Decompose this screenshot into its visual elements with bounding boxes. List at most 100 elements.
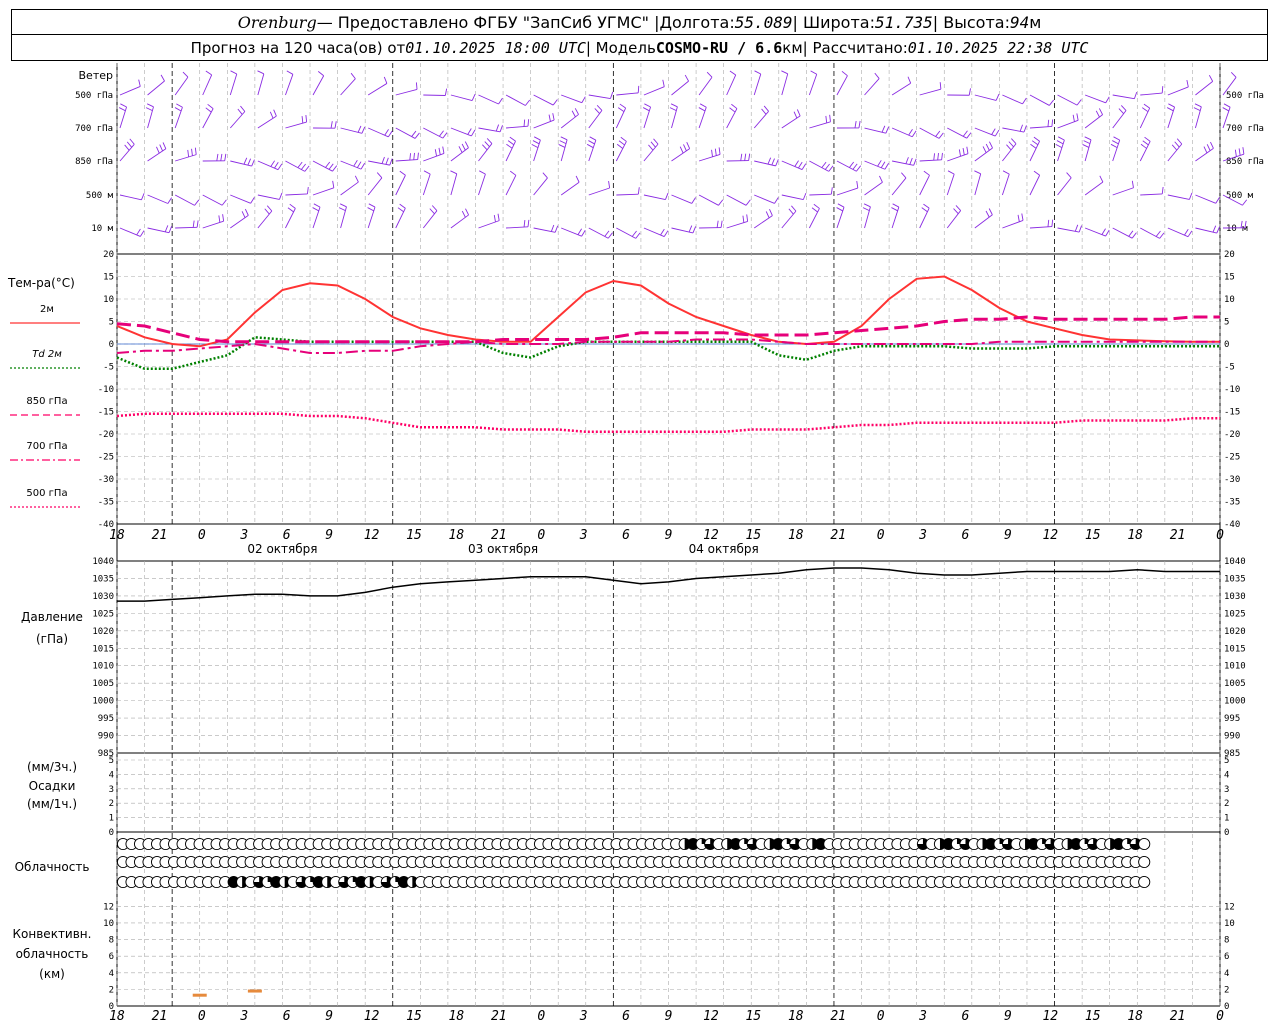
wind-barb-feather [560, 136, 568, 141]
wind-barb-shaft [974, 214, 993, 229]
wind-barb-feather [692, 226, 697, 234]
wind-barb-feather [207, 103, 214, 109]
wind-barb-feather [332, 165, 338, 172]
pressure-tick-right: 1005 [1224, 679, 1246, 689]
wind-barb [864, 160, 889, 170]
wind-barb-feather [417, 152, 419, 160]
wind-barb [119, 193, 145, 201]
wind-barb [919, 203, 930, 229]
wind-barb-shaft [1140, 92, 1163, 96]
wind-barb-feather [711, 149, 713, 157]
wind-barb-feather [974, 170, 981, 175]
wind-barb-shaft [202, 108, 214, 129]
wind-barb [615, 103, 627, 129]
hour-label-bottom: 18 [109, 1009, 125, 1024]
wind-level-left: 500 гПа [75, 91, 113, 101]
wind-barb [202, 194, 227, 206]
wind-barb-feather [399, 203, 406, 209]
wind-barb-shaft [1002, 143, 1017, 162]
wind-barb [643, 227, 669, 237]
wind-barb-feather [1176, 138, 1183, 145]
wind-barb-shaft [395, 159, 418, 162]
wind-barb-shaft [119, 194, 142, 201]
wind-barb-feather [781, 70, 788, 75]
cloud-cover-circle [1138, 855, 1151, 869]
temp-tick-right: 15 [1224, 273, 1235, 283]
wind-barb [202, 214, 225, 229]
wind-barb [753, 70, 762, 96]
wind-barb-feather [1010, 138, 1017, 145]
wind-barb-feather [1033, 136, 1040, 142]
conv-tick-right: 4 [1224, 969, 1229, 979]
wind-barb [175, 147, 197, 162]
wind-barb-feather [1057, 136, 1065, 141]
wind-barb [478, 213, 500, 229]
precip-tick-right: 0 [1224, 828, 1229, 838]
wind-barb-feather [442, 132, 448, 139]
hour-label-bottom: 6 [622, 1009, 630, 1024]
wind-barb-feather [1002, 170, 1010, 175]
wind-barb-feather [1194, 103, 1202, 108]
wind-barb [175, 220, 199, 229]
wind-barb-feather [325, 161, 331, 168]
wind-barb [340, 159, 366, 170]
wind-barb-feather [550, 224, 555, 232]
wind-barb-feather [720, 220, 723, 228]
wind-barb [202, 70, 213, 96]
temp-tick-left: -5 [103, 363, 114, 373]
wind-barb-feather [357, 125, 362, 133]
wind-barb-shaft [919, 88, 941, 96]
wind-barb-feather [744, 153, 747, 161]
wind-barb-feather [765, 211, 770, 219]
wind-barb-shaft [754, 194, 775, 204]
wind-barb-feather [849, 161, 855, 168]
conv-tick-left: 2 [109, 985, 114, 995]
wind-barb-feather [527, 219, 530, 227]
wind-barb-shaft [285, 121, 307, 129]
wind-barb-feather [286, 70, 294, 75]
wind-barb-feather [1083, 140, 1091, 145]
hour-label: 21 [152, 528, 168, 543]
wind-barb-shaft [1029, 226, 1052, 229]
wind-barb-shaft [864, 78, 880, 96]
wind-barb-shaft [340, 181, 359, 196]
pressure-tick-left: 1035 [92, 574, 114, 584]
wind-barb-shaft [478, 143, 493, 162]
wind-barb-feather [1140, 143, 1147, 149]
wind-barb [1193, 103, 1202, 129]
hour-label-bottom: 0 [198, 1009, 206, 1024]
pressure-tick-right: 1000 [1224, 697, 1246, 707]
wind-barb-feather [909, 157, 913, 165]
wind-barb [754, 194, 779, 204]
wind-barb-feather [497, 213, 500, 221]
wind-barb-feather [858, 120, 861, 128]
wind-barb-feather [1048, 99, 1055, 106]
wind-barb-feather [552, 113, 555, 121]
wind-barb-feather [836, 207, 843, 212]
wind-barb-feather [431, 205, 438, 212]
wind-barb-shaft [726, 220, 748, 229]
wind-barb-feather [532, 140, 540, 145]
wind-barb-shaft [561, 227, 582, 237]
wind-barb-feather [813, 203, 820, 209]
wind-barb [367, 203, 376, 229]
wind-barb-feather [531, 143, 539, 148]
wind-barb-feather [923, 203, 930, 209]
wind-barb-shaft [257, 210, 273, 229]
wind-barb-shaft [119, 143, 135, 162]
wind-barb-shaft [450, 94, 473, 102]
wind-barb-feather [429, 208, 435, 215]
wind-barb-feather [230, 70, 237, 75]
wind-barb [338, 203, 347, 229]
wind-barb [726, 153, 751, 162]
wind-level-left: 850 гПа [75, 157, 113, 167]
wind-barb [588, 227, 613, 239]
wind-barb-feather [277, 163, 283, 170]
wind-barb [1195, 225, 1220, 234]
wind-barb [478, 94, 503, 105]
wind-barb-shaft [588, 187, 610, 196]
wind-barb-feather [1131, 180, 1134, 188]
hour-label: 12 [1042, 528, 1058, 543]
wind-barb-feather [118, 107, 126, 112]
wind-barb-feather [791, 205, 797, 212]
